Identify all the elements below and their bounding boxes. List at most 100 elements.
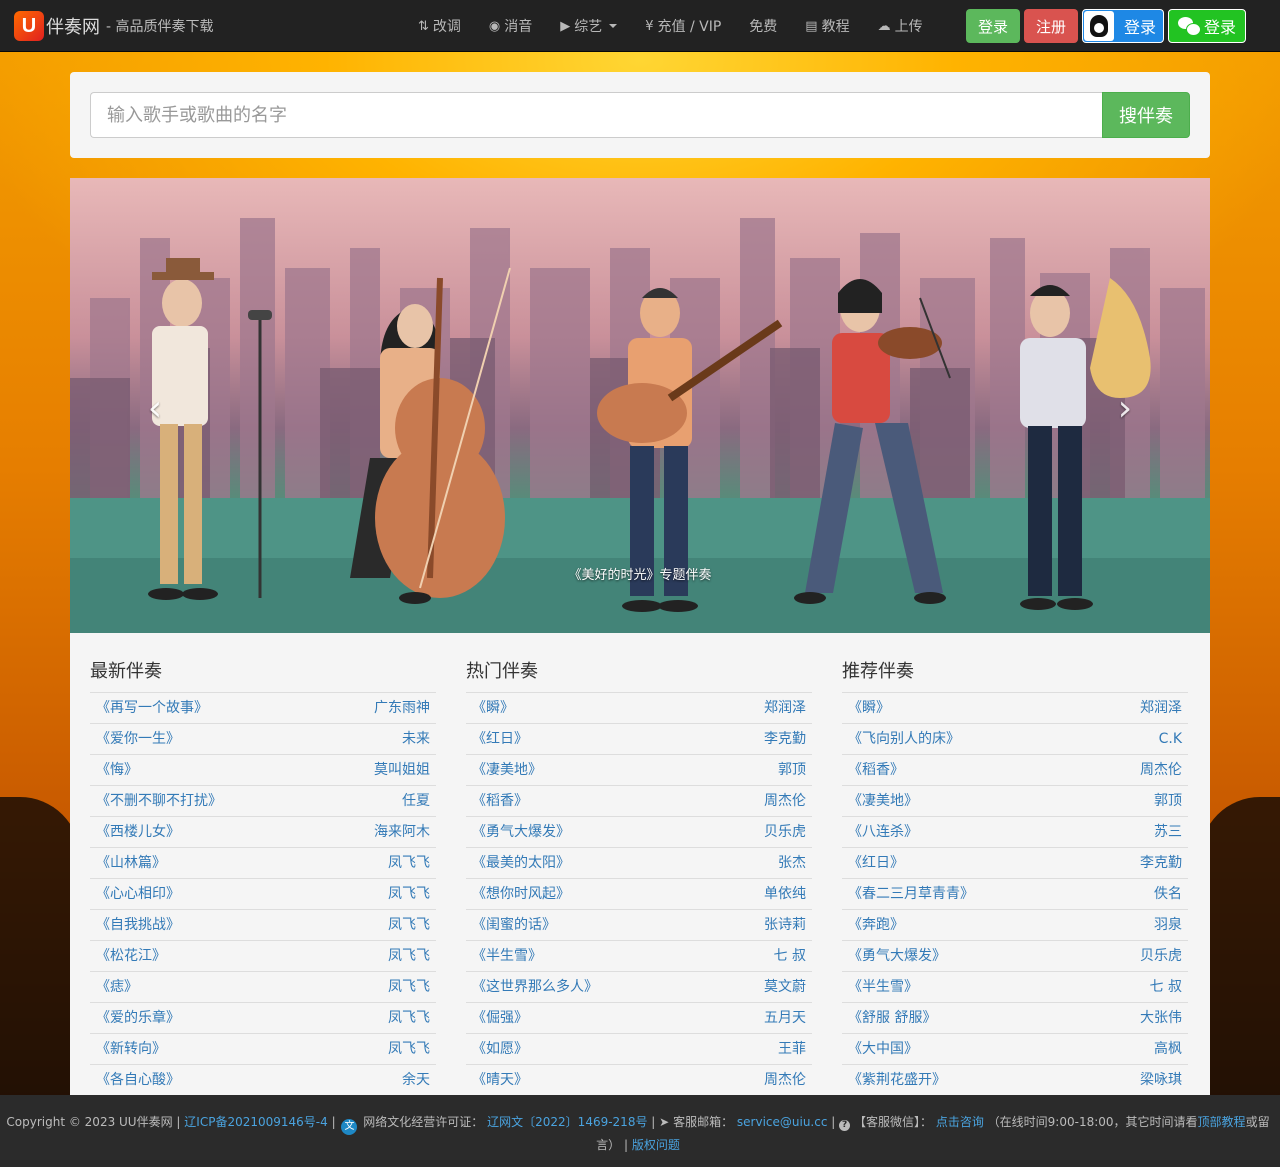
- artist-link[interactable]: 李克勤: [1140, 848, 1182, 878]
- song-link[interactable]: 《勇气大爆发》: [848, 941, 946, 971]
- artist-link[interactable]: 凤飞飞: [388, 910, 430, 940]
- song-link[interactable]: 《爱你一生》: [96, 724, 180, 754]
- song-link[interactable]: 《稻香》: [848, 755, 904, 785]
- song-link[interactable]: 《想你时风起》: [472, 879, 570, 909]
- song-link[interactable]: 《松花江》: [96, 941, 166, 971]
- artist-link[interactable]: 贝乐虎: [764, 817, 806, 847]
- song-link[interactable]: 《紫荆花盛开》: [848, 1065, 946, 1095]
- nav-item-recharge-vip[interactable]: ¥ 充值 / VIP: [631, 16, 735, 36]
- song-link[interactable]: 《八连杀》: [848, 817, 918, 847]
- brand-name[interactable]: 伴奏网: [46, 13, 100, 39]
- artist-link[interactable]: 张诗莉: [764, 910, 806, 940]
- carousel-next-icon[interactable]: ›: [1110, 388, 1140, 429]
- artist-link[interactable]: 高枫: [1154, 1034, 1182, 1064]
- song-link[interactable]: 《飞向别人的床》: [848, 724, 960, 754]
- artist-link[interactable]: 郭顶: [1154, 786, 1182, 816]
- artist-link[interactable]: 周杰伦: [764, 786, 806, 816]
- artist-link[interactable]: 七 叔: [774, 941, 806, 971]
- song-link[interactable]: 《晴天》: [472, 1065, 528, 1095]
- song-link[interactable]: 《自我挑战》: [96, 910, 180, 940]
- song-link[interactable]: 《凄美地》: [848, 786, 918, 816]
- nav-item-variety-dropdown[interactable]: ▶ 综艺: [546, 16, 631, 36]
- artist-link[interactable]: 莫叫姐姐: [374, 755, 430, 785]
- search-button[interactable]: 搜伴奏: [1102, 92, 1190, 138]
- login-button[interactable]: 登录: [966, 9, 1020, 43]
- artist-link[interactable]: 张杰: [778, 848, 806, 878]
- register-button[interactable]: 注册: [1024, 9, 1078, 43]
- nav-item-vocal-remove[interactable]: ◉ 消音: [475, 16, 546, 36]
- footer-icp-link[interactable]: 辽ICP备2021009146号-4: [184, 1115, 327, 1129]
- artist-link[interactable]: C.K: [1159, 724, 1182, 754]
- nav-item-transpose[interactable]: ⇅ 改调: [404, 16, 475, 36]
- search-input[interactable]: [90, 92, 1102, 138]
- artist-link[interactable]: 周杰伦: [764, 1065, 806, 1095]
- brand[interactable]: U 伴奏网 - 高品质伴奏下载: [14, 10, 214, 41]
- song-link[interactable]: 《红日》: [472, 724, 528, 754]
- artist-link[interactable]: 王菲: [778, 1034, 806, 1064]
- song-link[interactable]: 《不删不聊不打扰》: [96, 786, 222, 816]
- song-link[interactable]: 《再写一个故事》: [96, 693, 208, 723]
- song-link[interactable]: 《爱的乐章》: [96, 1003, 180, 1033]
- song-link[interactable]: 《勇气大爆发》: [472, 817, 570, 847]
- song-link[interactable]: 《红日》: [848, 848, 904, 878]
- song-link[interactable]: 《瞬》: [472, 693, 514, 723]
- artist-link[interactable]: 苏三: [1154, 817, 1182, 847]
- artist-link[interactable]: 七 叔: [1150, 972, 1182, 1002]
- song-link[interactable]: 《春二三月草青青》: [848, 879, 974, 909]
- footer-consult-link[interactable]: 点击咨询: [936, 1115, 984, 1129]
- artist-link[interactable]: 郑润泽: [764, 693, 806, 723]
- artist-link[interactable]: 五月天: [764, 1003, 806, 1033]
- nav-item-free[interactable]: 免费: [735, 16, 791, 36]
- song-link[interactable]: 《这世界那么多人》: [472, 972, 598, 1002]
- song-link[interactable]: 《新转向》: [96, 1034, 166, 1064]
- song-link[interactable]: 《大中国》: [848, 1034, 918, 1064]
- artist-link[interactable]: 大张伟: [1140, 1003, 1182, 1033]
- artist-link[interactable]: 凤飞飞: [388, 848, 430, 878]
- song-link[interactable]: 《倔强》: [472, 1003, 528, 1033]
- footer-email-link[interactable]: service@uiu.cc: [737, 1115, 828, 1129]
- song-link[interactable]: 《最美的太阳》: [472, 848, 570, 878]
- artist-link[interactable]: 广东雨神: [374, 693, 430, 723]
- song-link[interactable]: 《西楼儿女》: [96, 817, 180, 847]
- song-link[interactable]: 《闺蜜的话》: [472, 910, 556, 940]
- qq-login-button[interactable]: 登录: [1082, 9, 1164, 43]
- song-link[interactable]: 《如愿》: [472, 1034, 528, 1064]
- song-link[interactable]: 《瞬》: [848, 693, 890, 723]
- artist-link[interactable]: 任夏: [402, 786, 430, 816]
- artist-link[interactable]: 佚名: [1154, 879, 1182, 909]
- carousel-caption[interactable]: 《美好的时光》专题伴奏: [70, 564, 1210, 583]
- song-link[interactable]: 《稻香》: [472, 786, 528, 816]
- artist-link[interactable]: 凤飞飞: [388, 941, 430, 971]
- song-link[interactable]: 《凄美地》: [472, 755, 542, 785]
- artist-link[interactable]: 李克勤: [764, 724, 806, 754]
- artist-link[interactable]: 莫文蔚: [764, 972, 806, 1002]
- nav-item-upload[interactable]: ☁ 上传: [864, 16, 937, 36]
- artist-link[interactable]: 未来: [402, 724, 430, 754]
- artist-link[interactable]: 余天: [402, 1065, 430, 1095]
- artist-link[interactable]: 凤飞飞: [388, 1034, 430, 1064]
- song-link[interactable]: 《各自心酸》: [96, 1065, 180, 1095]
- artist-link[interactable]: 单依纯: [764, 879, 806, 909]
- song-link[interactable]: 《山林篇》: [96, 848, 166, 878]
- artist-link[interactable]: 海来阿木: [374, 817, 430, 847]
- song-link[interactable]: 《半生雪》: [848, 972, 918, 1002]
- artist-link[interactable]: 贝乐虎: [1140, 941, 1182, 971]
- song-link[interactable]: 《痣》: [96, 972, 138, 1002]
- song-link[interactable]: 《舒服 舒服》: [848, 1003, 936, 1033]
- song-link[interactable]: 《悔》: [96, 755, 138, 785]
- banner-carousel[interactable]: ‹ › 《美好的时光》专题伴奏: [70, 178, 1210, 633]
- artist-link[interactable]: 郭顶: [778, 755, 806, 785]
- footer-tutorial-link[interactable]: 顶部教程: [1198, 1115, 1246, 1129]
- artist-link[interactable]: 羽泉: [1154, 910, 1182, 940]
- song-link[interactable]: 《心心相印》: [96, 879, 180, 909]
- artist-link[interactable]: 郑润泽: [1140, 693, 1182, 723]
- song-link[interactable]: 《奔跑》: [848, 910, 904, 940]
- artist-link[interactable]: 梁咏琪: [1140, 1065, 1182, 1095]
- artist-link[interactable]: 凤飞飞: [388, 1003, 430, 1033]
- artist-link[interactable]: 凤飞飞: [388, 879, 430, 909]
- nav-item-tutorial[interactable]: ▤ 教程: [791, 16, 863, 36]
- wechat-login-button[interactable]: 登录: [1168, 9, 1246, 43]
- song-link[interactable]: 《半生雪》: [472, 941, 542, 971]
- footer-culture-license-link[interactable]: 辽网文〔2022〕1469-218号: [487, 1115, 647, 1129]
- brand-logo[interactable]: U: [14, 10, 44, 41]
